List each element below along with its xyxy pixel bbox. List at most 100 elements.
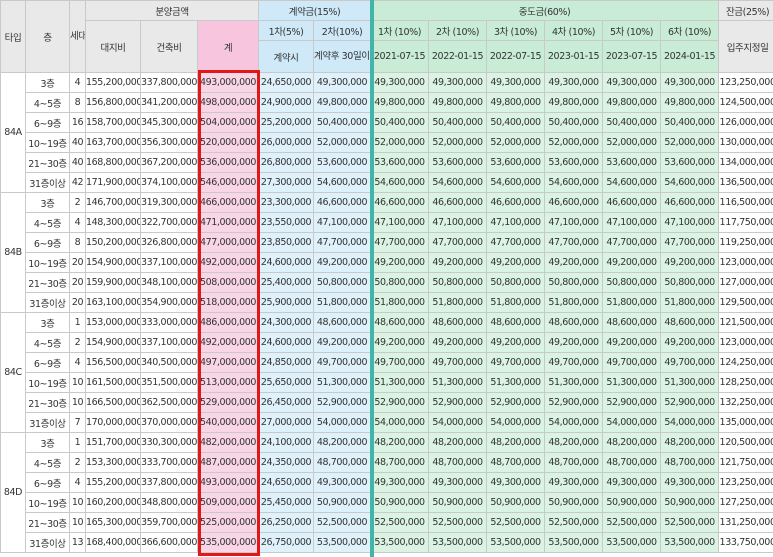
- middle-payment-3-cell: 48,600,000: [486, 312, 546, 333]
- deposit-1-cell: 23,850,000: [258, 232, 315, 253]
- total-price-cell: 529,000,000: [196, 392, 260, 413]
- middle-payment-2-cell: 52,000,000: [428, 132, 488, 153]
- middle-payment-4-cell: 50,400,000: [544, 112, 604, 133]
- middle-payment-4-cell: 49,200,000: [544, 332, 604, 353]
- balance-cell: 117,750,000: [718, 212, 773, 233]
- building-price-cell: 348,100,000: [140, 272, 198, 293]
- households-cell: 40: [69, 152, 86, 173]
- header-land: 대지비: [85, 20, 141, 73]
- floor-cell: 31층이상: [25, 292, 70, 313]
- total-price-cell: 497,000,000: [196, 352, 260, 373]
- balance-cell: 127,250,000: [718, 492, 773, 513]
- middle-payment-5-cell: 48,700,000: [602, 452, 662, 473]
- middle-payment-2-cell: 47,700,000: [428, 232, 488, 253]
- total-price-cell: 493,000,000: [196, 72, 260, 93]
- deposit-2-cell: 49,300,000: [313, 72, 372, 93]
- floor-cell: 4~5층: [25, 92, 70, 113]
- header-middle-4: 4차 (10%): [544, 20, 604, 41]
- households-cell: 10: [69, 392, 86, 413]
- balance-cell: 123,000,000: [718, 332, 773, 353]
- middle-payment-1-cell: 48,700,000: [370, 452, 430, 473]
- floor-cell: 4~5층: [25, 452, 70, 473]
- header-total: 계: [196, 20, 260, 73]
- middle-payment-5-cell: 49,300,000: [602, 472, 662, 493]
- table-row: 10~19층 40 163,700,000 356,300,000 520,000,00…: [1, 132, 773, 153]
- middle-payment-1-cell: 49,200,000: [370, 252, 430, 273]
- middle-payment-2-cell: 54,600,000: [428, 172, 488, 193]
- middle-payment-5-cell: 54,000,000: [602, 412, 662, 433]
- middle-payment-5-cell: 52,000,000: [602, 132, 662, 153]
- table-row: 84C 3층 1 153,000,000 333,000,000 486,000,000 2…: [0, 312, 773, 433]
- middle-payment-2-cell: 49,800,000: [428, 92, 488, 113]
- middle-payment-3-cell: 52,900,000: [486, 392, 546, 413]
- table-row: 84A 3층 4 155,200,000 337,800,000 493,000,000 2…: [0, 72, 773, 193]
- middle-payment-2-cell: 48,700,000: [428, 452, 488, 473]
- deposit-1-cell: 23,300,000: [258, 192, 315, 213]
- middle-payment-3-cell: 46,600,000: [486, 192, 546, 213]
- land-price-cell: 154,900,000: [85, 252, 141, 273]
- households-cell: 2: [69, 452, 86, 473]
- header-households: 세대수: [69, 0, 86, 73]
- middle-payment-5-cell: 50,900,000: [602, 492, 662, 513]
- middle-payment-4-cell: 48,600,000: [544, 312, 604, 333]
- total-price-cell: 482,000,000: [196, 432, 260, 453]
- floor-cell: 6~9층: [25, 352, 70, 373]
- middle-payment-5-cell: 53,500,000: [602, 532, 662, 553]
- deposit-1-cell: 25,450,000: [258, 492, 315, 513]
- middle-payment-5-cell: 51,800,000: [602, 292, 662, 313]
- deposit-1-cell: 25,900,000: [258, 292, 315, 313]
- floor-cell: 31층이상: [25, 532, 70, 553]
- middle-payment-1-cell: 47,700,000: [370, 232, 430, 253]
- land-price-cell: 160,200,000: [85, 492, 141, 513]
- middle-payment-3-cell: 49,300,000: [486, 72, 546, 93]
- table-row: 31층이상 20 163,100,000 354,900,000 518,000,000…: [1, 292, 773, 313]
- middle-payment-2-cell: 53,500,000: [428, 532, 488, 553]
- middle-payment-2-cell: 50,900,000: [428, 492, 488, 513]
- middle-payment-1-cell: 49,300,000: [370, 72, 430, 93]
- table-row: 4~5층 8 156,800,000 341,200,000 498,000,000 24…: [1, 92, 773, 113]
- middle-payment-1-cell: 54,600,000: [370, 172, 430, 193]
- header-type: 타입: [0, 0, 26, 73]
- total-price-cell: 466,000,000: [196, 192, 260, 213]
- balance-cell: 119,250,000: [718, 232, 773, 253]
- balance-cell: 120,500,000: [718, 432, 773, 453]
- table-header: 타입 층 세대수 분양금액 계약금(15%) 중도금(60%) 잔금(25%) …: [0, 0, 773, 73]
- balance-cell: 124,500,000: [718, 92, 773, 113]
- middle-payment-4-cell: 46,600,000: [544, 192, 604, 213]
- middle-payment-5-cell: 47,700,000: [602, 232, 662, 253]
- table-row: 31층이상 42 171,900,000 374,100,000 546,000,000…: [1, 172, 773, 193]
- total-price-cell: 508,000,000: [196, 272, 260, 293]
- middle-payment-1-cell: 49,700,000: [370, 352, 430, 373]
- header-deposit-2: 2차(10%): [313, 20, 372, 41]
- total-price-cell: 492,000,000: [196, 332, 260, 353]
- header-middle-2-date: 2022-01-15: [428, 40, 488, 73]
- deposit-1-cell: 26,250,000: [258, 512, 315, 533]
- table-row: 10~19층 10 161,500,000 351,500,000 513,000,00…: [1, 372, 773, 393]
- middle-payment-6-cell: 49,300,000: [660, 472, 720, 493]
- middle-payment-1-cell: 52,000,000: [370, 132, 430, 153]
- households-cell: 20: [69, 252, 86, 273]
- deposit-1-cell: 24,600,000: [258, 252, 315, 273]
- balance-cell: 135,000,000: [718, 412, 773, 433]
- building-price-cell: 345,300,000: [140, 112, 198, 133]
- total-price-cell: 477,000,000: [196, 232, 260, 253]
- households-cell: 1: [69, 312, 86, 333]
- middle-payment-4-cell: 49,200,000: [544, 252, 604, 273]
- middle-payment-1-cell: 47,100,000: [370, 212, 430, 233]
- header-middle-3-date: 2022-07-15: [486, 40, 546, 73]
- deposit-2-cell: 50,800,000: [313, 272, 372, 293]
- middle-payment-3-cell: 52,500,000: [486, 512, 546, 533]
- table-row: 10~19층 20 154,900,000 337,100,000 492,000,00…: [1, 252, 773, 273]
- middle-payment-3-cell: 48,700,000: [486, 452, 546, 473]
- header-deposit-2-timing: 계약후 30일이내: [313, 40, 372, 73]
- total-price-cell: 536,000,000: [196, 152, 260, 173]
- land-price-cell: 171,900,000: [85, 172, 141, 193]
- table-row: 6~9층 16 158,700,000 345,300,000 504,000,000 2…: [1, 112, 773, 133]
- balance-cell: 136,500,000: [718, 172, 773, 193]
- middle-payment-5-cell: 49,700,000: [602, 352, 662, 373]
- deposit-1-cell: 24,900,000: [258, 92, 315, 113]
- balance-cell: 121,500,000: [718, 312, 773, 333]
- total-price-cell: 486,000,000: [196, 312, 260, 333]
- middle-payment-5-cell: 48,600,000: [602, 312, 662, 333]
- households-cell: 20: [69, 292, 86, 313]
